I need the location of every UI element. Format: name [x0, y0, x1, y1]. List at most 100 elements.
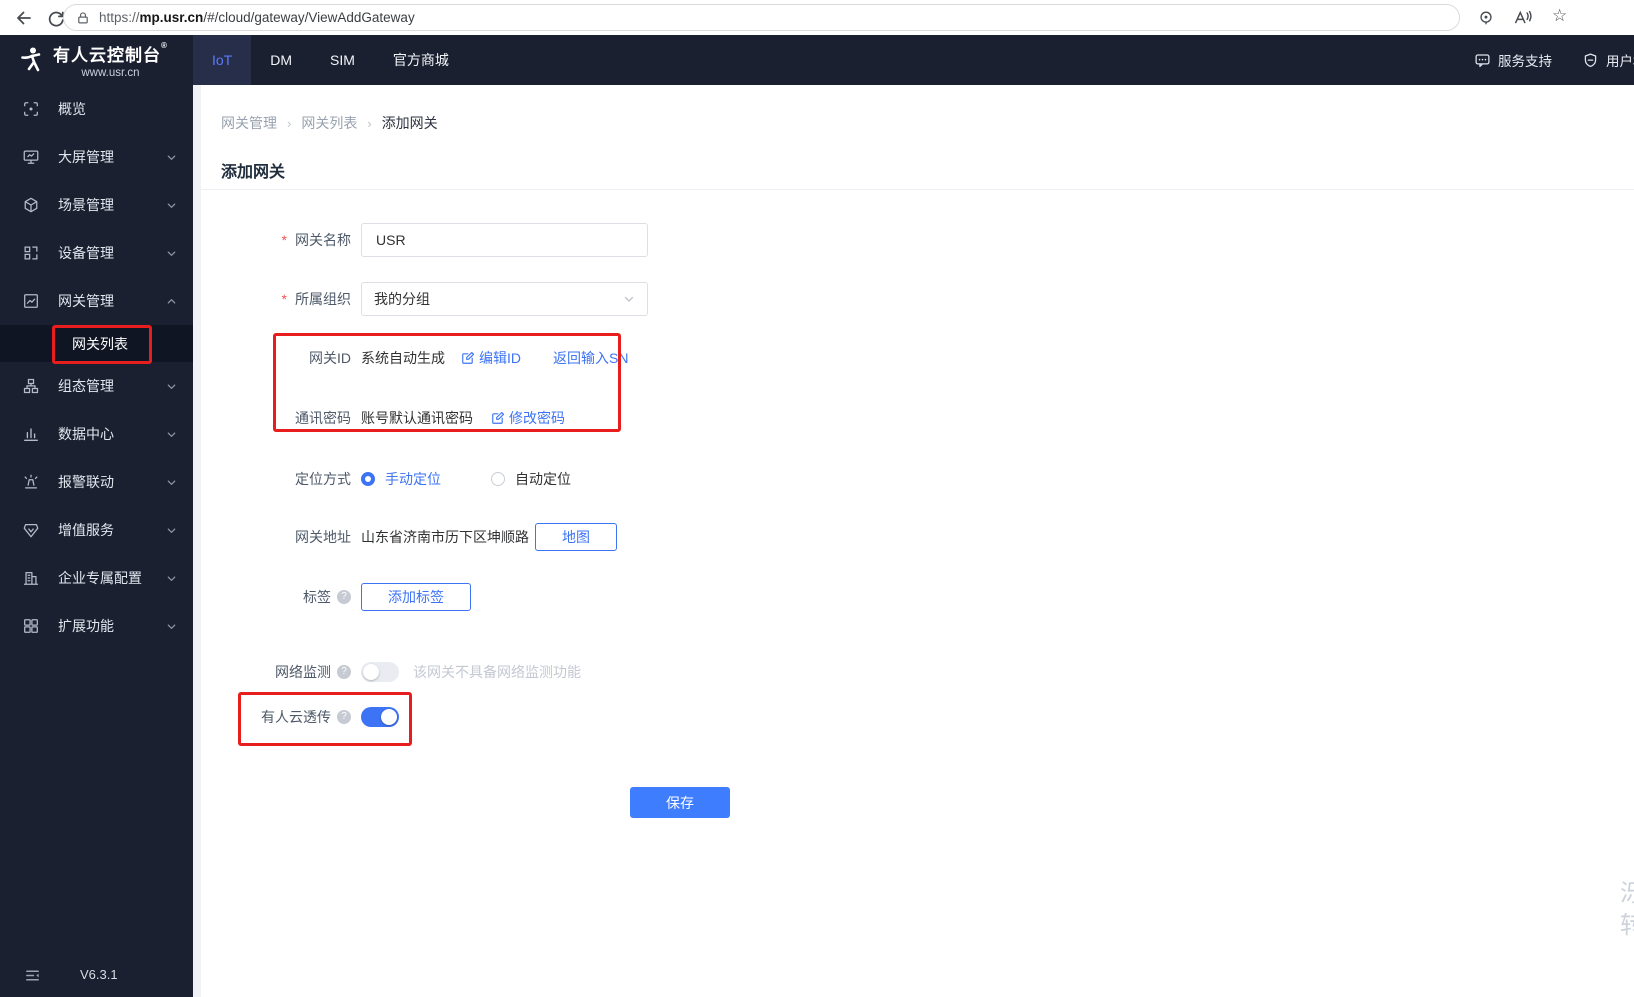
sidebar-item-label: 企业专属配置	[58, 570, 142, 586]
breadcrumb-gateway-list[interactable]: 网关列表	[301, 113, 357, 133]
edit-id-link[interactable]: 编辑ID	[461, 348, 521, 368]
manual-positioning-radio[interactable]	[361, 472, 375, 486]
url-bar[interactable]: https://mp.usr.cn/#/cloud/gateway/ViewAd…	[63, 4, 1460, 31]
breadcrumb: 网关管理 › 网关列表 › 添加网关	[221, 113, 438, 133]
tab-dm[interactable]: DM	[251, 35, 311, 85]
form-row-network-monitor: 网络监测? 该网关不具备网络监测功能	[221, 655, 581, 689]
form-row-gateway-name: * 网关名称	[221, 223, 648, 257]
change-password-link[interactable]: 修改密码	[491, 408, 565, 428]
gateway-id-value: 系统自动生成	[361, 350, 445, 366]
address-value: 山东省济南市历下区坤顺路	[361, 529, 529, 545]
top-nav-tabs: IoT DM SIM 官方商城	[193, 35, 468, 85]
location-icon[interactable]	[1477, 9, 1495, 27]
sidebar-item-gateway-list[interactable]: 网关列表	[0, 325, 193, 362]
usr-person-logo-icon	[21, 47, 41, 72]
network-monitor-toggle[interactable]	[361, 662, 399, 682]
sidebar-subitem-label: 网关列表	[72, 335, 128, 352]
shield-icon	[1584, 52, 1597, 67]
gateway-name-label: * 网关名称	[281, 232, 351, 248]
sidebar-item-label: 概览	[58, 101, 86, 117]
logo-subtitle: www.usr.cn	[81, 67, 140, 79]
sidebar-item-label: 增值服务	[58, 522, 114, 538]
sidebar-item-enterprise-config[interactable]: 企业专属配置	[0, 554, 193, 602]
form-row-cloud-passthrough: 有人云透传?	[221, 700, 399, 734]
organization-selected-value: 我的分组	[374, 291, 430, 307]
building-icon	[23, 571, 39, 585]
form-row-tag: 标签? 添加标签	[221, 580, 471, 614]
page-title: 添加网关	[221, 164, 286, 181]
sidebar: 概览 大屏管理 场景管理 设备管理 网关管理 网关列表 组态管理 数据中心 报警…	[0, 85, 193, 997]
sidebar-item-label: 网关管理	[58, 293, 114, 309]
chevron-down-icon	[167, 154, 176, 160]
service-support[interactable]: 服务支持	[1474, 50, 1552, 70]
scene-icon	[24, 197, 38, 213]
sidebar-item-label: 场景管理	[58, 197, 114, 213]
tag-label: 标签?	[221, 587, 351, 607]
help-icon[interactable]: ?	[337, 710, 351, 724]
form-row-comm-password: 通讯密码 账号默认通讯密码 修改密码	[221, 401, 565, 435]
organization-select[interactable]: 我的分组	[361, 282, 648, 316]
sidebar-item-device[interactable]: 设备管理	[0, 229, 193, 277]
sidebar-item-overview[interactable]: 概览	[0, 85, 193, 133]
sidebar-content-gap	[193, 85, 201, 997]
save-button[interactable]: 保存	[630, 787, 730, 818]
favorite-star-icon[interactable]: ☆	[1552, 6, 1567, 26]
sidebar-item-datacenter[interactable]: 数据中心	[0, 410, 193, 458]
logo[interactable]: 有人云控制台® www.usr.cn	[0, 35, 193, 85]
grid-icon	[24, 619, 38, 633]
read-aloud-icon[interactable]	[1513, 8, 1533, 28]
gateway-id-label: 网关ID	[309, 350, 351, 366]
sidebar-item-scene[interactable]: 场景管理	[0, 181, 193, 229]
return-input-sn-link[interactable]: 返回输入SN	[553, 348, 628, 368]
url-text: https://mp.usr.cn/#/cloud/gateway/ViewAd…	[99, 10, 415, 25]
auto-positioning-radio[interactable]	[491, 472, 505, 486]
alarm-icon	[24, 474, 38, 489]
map-button[interactable]: 地图	[535, 523, 617, 551]
back-icon[interactable]	[14, 8, 34, 28]
user-rights[interactable]: 用户权限	[1582, 50, 1634, 70]
screen-icon	[23, 150, 39, 164]
help-icon[interactable]: ?	[337, 665, 351, 679]
gateway-icon	[24, 294, 38, 308]
device-icon	[24, 246, 38, 260]
cloud-passthrough-toggle[interactable]	[361, 707, 399, 727]
edit-icon	[492, 412, 505, 424]
help-icon[interactable]: ?	[337, 590, 351, 604]
sidebar-item-gateway[interactable]: 网关管理	[0, 277, 193, 325]
sidebar-item-extensions[interactable]: 扩展功能	[0, 602, 193, 650]
tab-iot[interactable]: IoT	[193, 35, 252, 85]
main-content: 网关管理 › 网关列表 › 添加网关 添加网关 *网关名称 *所属组织 我的分组…	[201, 85, 1634, 997]
sidebar-item-bigscreen[interactable]: 大屏管理	[0, 133, 193, 181]
sidebar-footer: V6.3.1	[0, 965, 193, 987]
sitemap-icon	[23, 378, 39, 394]
sidebar-item-label: 组态管理	[58, 378, 114, 394]
header-right: 服务支持 用户权限	[1474, 35, 1634, 85]
breadcrumb-gateway-mgmt[interactable]: 网关管理	[221, 113, 277, 133]
sidebar-item-label: 报警联动	[58, 474, 114, 490]
version-label: V6.3.1	[80, 967, 118, 982]
add-tag-button[interactable]: 添加标签	[361, 583, 471, 611]
overview-icon	[24, 102, 38, 116]
chevron-up-icon	[167, 298, 176, 304]
chevron-down-icon	[167, 202, 176, 208]
chevron-down-icon	[167, 431, 176, 437]
user-rights-label: 用户权限	[1606, 54, 1634, 69]
sidebar-item-value-added[interactable]: 增值服务	[0, 506, 193, 554]
tab-official-store[interactable]: 官方商城	[374, 35, 468, 85]
sidebar-item-alarm[interactable]: 报警联动	[0, 458, 193, 506]
breadcrumb-separator: ›	[367, 115, 372, 131]
organization-label: * 所属组织	[281, 291, 351, 307]
breadcrumb-current: 添加网关	[381, 115, 438, 131]
tab-sim[interactable]: SIM	[311, 35, 374, 85]
positioning-label: 定位方式	[295, 471, 351, 487]
form-row-address: 网关地址 山东省济南市历下区坤顺路 地图	[221, 520, 617, 554]
manual-positioning-label[interactable]: 手动定位	[385, 469, 441, 489]
browser-bar: https://mp.usr.cn/#/cloud/gateway/ViewAd…	[0, 0, 1634, 35]
auto-positioning-label[interactable]: 自动定位	[515, 469, 571, 489]
collapse-sidebar-icon[interactable]	[24, 967, 41, 984]
sidebar-item-configuration[interactable]: 组态管理	[0, 362, 193, 410]
logo-title: 有人云控制台®	[53, 41, 168, 65]
gateway-name-input[interactable]	[361, 223, 648, 257]
chevron-down-icon	[624, 296, 634, 302]
sidebar-item-label: 大屏管理	[58, 149, 114, 165]
